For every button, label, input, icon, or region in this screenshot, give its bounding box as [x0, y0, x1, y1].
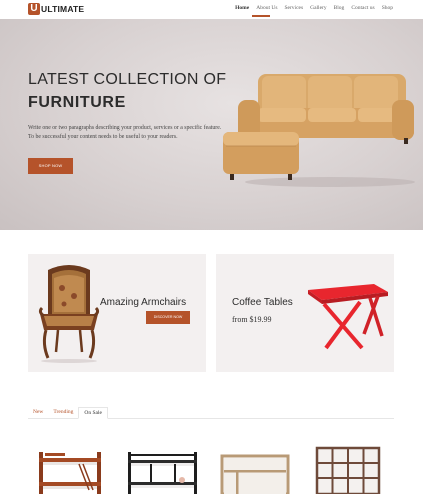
discover-now-button[interactable]: DISCOVER NOW	[146, 311, 190, 324]
nav-services[interactable]: Services	[284, 5, 303, 11]
cube-bookshelf-image[interactable]	[311, 446, 386, 494]
logo-text: ULTIMATE	[41, 4, 85, 14]
hero-title-emphasis: FURNITURE	[28, 94, 126, 111]
armchair-image	[38, 265, 100, 363]
tab-new[interactable]: New	[28, 407, 48, 418]
sofa-image	[223, 74, 415, 187]
armchairs-card[interactable]: Amazing Armchairs DISCOVER NOW	[28, 254, 206, 372]
coffee-table-image	[308, 284, 388, 350]
logo[interactable]: U ULTIMATE	[28, 3, 84, 15]
card-title: Coffee Tables	[232, 297, 293, 308]
card-price: from $19.99	[232, 315, 272, 324]
site-header: U ULTIMATE Home About Us Services Galler…	[0, 0, 423, 19]
nav-gallery[interactable]: Gallery	[310, 5, 327, 11]
tab-on-sale[interactable]: On Sale	[78, 407, 108, 419]
nav-shop[interactable]: Shop	[382, 5, 393, 11]
nav-contact[interactable]: Contact us	[351, 5, 374, 11]
nav-blog[interactable]: Blog	[334, 5, 345, 11]
nav-home[interactable]: Home	[235, 5, 249, 11]
bunk-bed-black-image[interactable]	[126, 446, 201, 494]
nav-about[interactable]: About Us	[256, 5, 277, 11]
active-nav-indicator	[252, 15, 270, 17]
desk-shelf-image[interactable]	[218, 446, 293, 494]
tab-trending[interactable]: Trending	[48, 407, 78, 418]
logo-icon: U	[28, 3, 40, 15]
shop-now-button[interactable]: SHOP NOW	[28, 158, 73, 174]
main-nav: Home About Us Services Gallery Blog Cont…	[235, 5, 393, 11]
bunk-bed-wood-image[interactable]	[35, 446, 110, 494]
hero-title: LATEST COLLECTION OF	[28, 71, 227, 88]
card-title: Amazing Armchairs	[100, 297, 187, 308]
coffee-tables-card[interactable]: Coffee Tables from $19.99	[216, 254, 394, 372]
hero-banner: LATEST COLLECTION OF FURNITURE Write one…	[0, 19, 423, 230]
product-tabs: New Trending On Sale	[28, 407, 394, 419]
